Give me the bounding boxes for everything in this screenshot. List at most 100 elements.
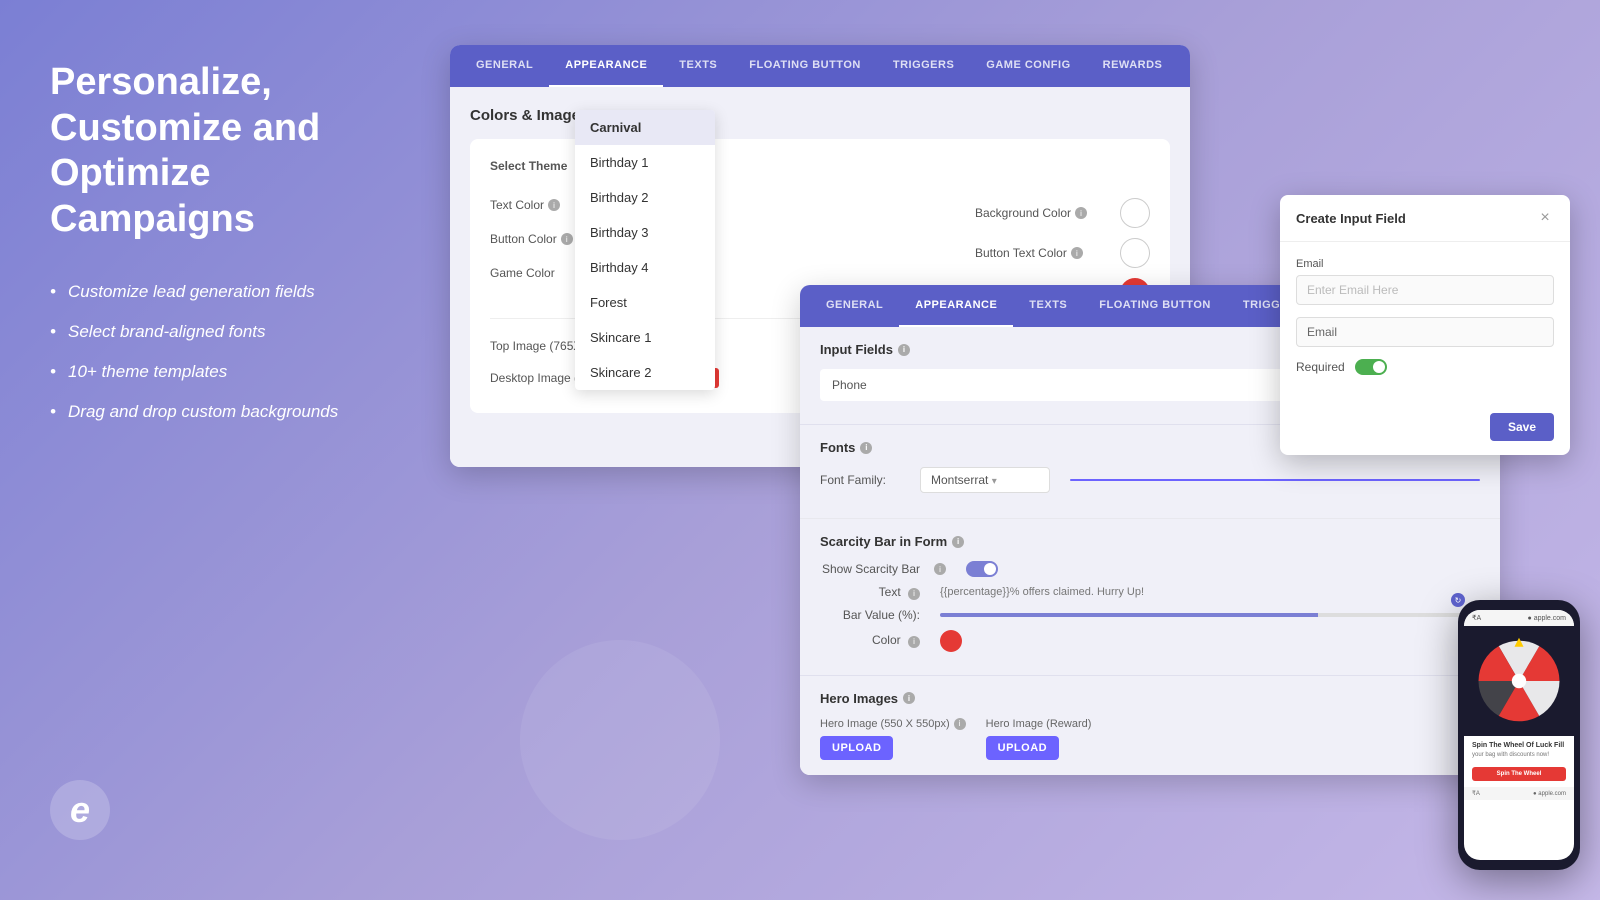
phone-bottom-right: ● apple.com xyxy=(1533,791,1566,797)
left-content: Personalize, Customize and Optimize Camp… xyxy=(50,60,370,432)
theme-item-skincare1[interactable]: Skincare 1 xyxy=(575,320,715,355)
email-label: Email xyxy=(1296,258,1554,270)
bullet-list: Customize lead generation fields Select … xyxy=(50,272,370,432)
modal-save-button[interactable]: Save xyxy=(1490,413,1554,441)
phone-spin-button[interactable]: Spin The Wheel xyxy=(1472,767,1566,781)
email-field-group: Email xyxy=(1296,258,1554,305)
required-label: Required xyxy=(1296,360,1345,374)
hero1-info-icon[interactable]: i xyxy=(954,718,966,730)
theme-item-birthday3[interactable]: Birthday 3 xyxy=(575,215,715,250)
show-scarcity-toggle[interactable] xyxy=(966,561,998,577)
font-family-select[interactable]: Montserrat ▾ xyxy=(920,467,1050,493)
phone-top-bar: ₹A ● apple.com xyxy=(1464,610,1574,626)
svg-text:⚠: ⚠ xyxy=(1527,661,1533,670)
modal-title: Create Input Field xyxy=(1296,211,1406,226)
bullet-item: Customize lead generation fields xyxy=(50,272,370,312)
tab2-general[interactable]: GENERAL xyxy=(810,285,899,327)
phone-text-area: Spin The Wheel Of Luck Fill your bag wit… xyxy=(1464,736,1574,787)
scarcity-section: Scarcity Bar in Form i Show Scarcity Bar… xyxy=(800,518,1500,675)
scarcity-color-swatch[interactable] xyxy=(940,630,962,652)
tab2-texts[interactable]: TEXTS xyxy=(1013,285,1083,327)
button-text-color-row: Button Text Color i xyxy=(975,238,1150,268)
tab-floating-button[interactable]: FLOATING BUTTON xyxy=(733,45,877,87)
button-text-color-swatch[interactable] xyxy=(1120,238,1150,268)
tab-game-config[interactable]: GAME CONFIG xyxy=(970,45,1086,87)
hero-row: Hero Image (550 X 550px) i UPLOAD Hero I… xyxy=(820,718,1480,760)
phone-heading: Spin The Wheel Of Luck Fill xyxy=(1472,742,1566,749)
theme-item-birthday4[interactable]: Birthday 4 xyxy=(575,250,715,285)
hero-info-icon[interactable]: i xyxy=(903,692,915,704)
logo-text: e xyxy=(70,789,90,831)
scarcity-bar-label: Bar Value (%): xyxy=(820,608,920,622)
tab-general[interactable]: GENERAL xyxy=(460,45,549,87)
hero1-upload-button[interactable]: UPLOAD xyxy=(820,736,893,760)
bullet-item: Drag and drop custom backgrounds xyxy=(50,392,370,432)
type-field-group: Email xyxy=(1296,317,1554,347)
modal-header: Create Input Field × xyxy=(1280,195,1570,242)
tab-texts[interactable]: TEXTS xyxy=(663,45,733,87)
phone-mockup: ₹A ● apple.com xyxy=(1458,600,1580,870)
create-input-modal: Create Input Field × Email Email Require… xyxy=(1280,195,1570,455)
scarcity-color-info-icon[interactable]: i xyxy=(908,636,920,648)
show-scarcity-label: Show Scarcity Bar xyxy=(820,562,920,576)
scarcity-header: Scarcity Bar in Form i xyxy=(820,534,1480,549)
button-color-info-icon[interactable]: i xyxy=(561,233,573,245)
hero-item-1: Hero Image (550 X 550px) i UPLOAD xyxy=(820,718,966,760)
background-color-row: Background Color i xyxy=(975,198,1150,228)
logo-area: e xyxy=(50,780,370,840)
tab2-appearance[interactable]: APPEARANCE xyxy=(899,285,1013,327)
tab-rewards[interactable]: REWARDS xyxy=(1087,45,1179,87)
input-fields-info-icon[interactable]: i xyxy=(898,344,910,356)
email-input[interactable] xyxy=(1296,275,1554,305)
bg-color-info-icon[interactable]: i xyxy=(1075,207,1087,219)
right-panel: GENERAL APPEARANCE TEXTS FLOATING BUTTON… xyxy=(420,0,1600,900)
scarcity-color-label: Color i xyxy=(820,633,920,648)
show-scarcity-row: Show Scarcity Bar i xyxy=(820,561,1480,577)
type-select[interactable]: Email xyxy=(1296,317,1554,347)
tab-appearance[interactable]: APPEARANCE xyxy=(549,45,663,87)
required-toggle[interactable] xyxy=(1355,359,1387,375)
scarcity-color-row: Color i xyxy=(820,630,1480,652)
scarcity-text-label: Text i xyxy=(820,585,920,600)
btn-txt-color-info-icon[interactable]: i xyxy=(1071,247,1083,259)
hero-item-2: Hero Image (Reward) UPLOAD xyxy=(986,718,1092,760)
phone-status-left: ₹A xyxy=(1472,614,1481,622)
logo-circle: e xyxy=(50,780,110,840)
bullet-item: Select brand-aligned fonts xyxy=(50,312,370,352)
text-color-info-icon[interactable]: i xyxy=(548,199,560,211)
phone-bottom-left: ₹A xyxy=(1472,790,1480,797)
theme-item-skincare2[interactable]: Skincare 2 xyxy=(575,355,715,390)
phone-status-right: ● apple.com xyxy=(1528,615,1566,622)
scarcity-show-info-icon[interactable]: i xyxy=(934,563,946,575)
theme-item-birthday1[interactable]: Birthday 1 xyxy=(575,145,715,180)
select-theme-label: Select Theme xyxy=(490,159,567,173)
phone-wheel-area: ⚠ xyxy=(1464,626,1574,736)
wheel-svg: ⚠ xyxy=(1474,636,1564,726)
hero2-upload-button[interactable]: UPLOAD xyxy=(986,736,1059,760)
button-text-color-label: Button Text Color i xyxy=(975,246,1105,260)
scarcity-text-row: Text i {{percentage}}% offers claimed. H… xyxy=(820,585,1480,600)
modal-body: Email Email Required xyxy=(1280,242,1570,403)
background-color-swatch[interactable] xyxy=(1120,198,1150,228)
scarcity-info-icon[interactable]: i xyxy=(952,536,964,548)
modal-close-button[interactable]: × xyxy=(1536,209,1554,227)
scarcity-bar-slider[interactable] xyxy=(940,613,1480,617)
hero2-label: Hero Image (Reward) xyxy=(986,718,1092,730)
scarcity-text-value: {{percentage}}% offers claimed. Hurry Up… xyxy=(940,586,1144,598)
hero1-label: Hero Image (550 X 550px) i xyxy=(820,718,966,730)
hero-section: Hero Images i Hero Image (550 X 550px) i… xyxy=(800,675,1500,775)
theme-item-carnival[interactable]: Carnival xyxy=(575,110,715,145)
fonts-info-icon[interactable]: i xyxy=(860,442,872,454)
refresh-icon[interactable]: ↻ xyxy=(1451,593,1465,607)
tab-extras[interactable]: EXTRAS xyxy=(1178,45,1190,87)
theme-dropdown-menu: Carnival Birthday 1 Birthday 2 Birthday … xyxy=(575,110,715,390)
hero-header: Hero Images i xyxy=(820,691,1480,706)
tab2-floating-button[interactable]: FLOATING BUTTON xyxy=(1083,285,1227,327)
theme-item-forest[interactable]: Forest xyxy=(575,285,715,320)
theme-item-birthday2[interactable]: Birthday 2 xyxy=(575,180,715,215)
decorative-circle xyxy=(520,640,720,840)
main-title: Personalize, Customize and Optimize Camp… xyxy=(50,60,370,242)
tab-triggers[interactable]: TRIGGERS xyxy=(877,45,970,87)
scarcity-text-info-icon[interactable]: i xyxy=(908,588,920,600)
phone-screen: ₹A ● apple.com xyxy=(1464,610,1574,860)
